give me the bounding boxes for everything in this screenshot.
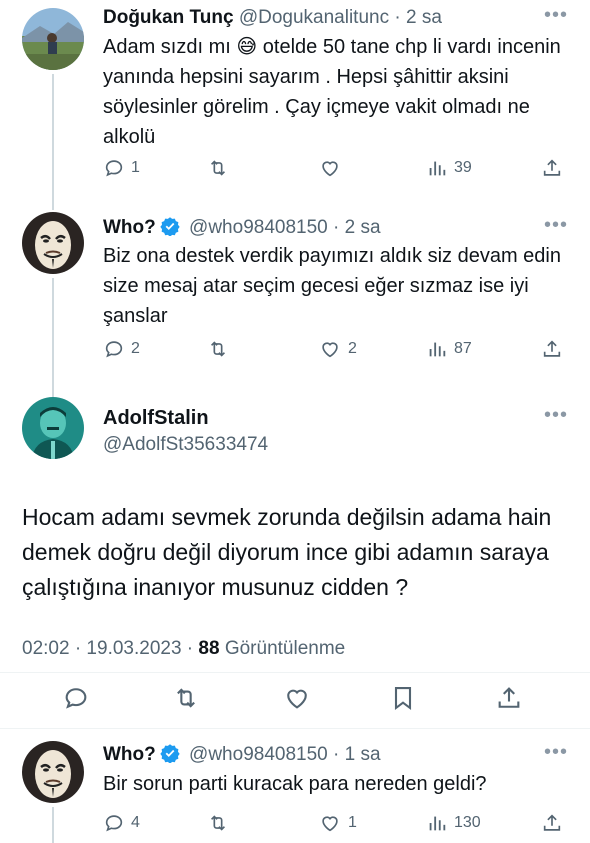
- share-button[interactable]: [541, 157, 563, 179]
- views-button[interactable]: 87: [426, 338, 472, 360]
- like-icon: [287, 689, 307, 709]
- views-icon: [429, 161, 446, 176]
- reply-button[interactable]: 1: [103, 157, 140, 179]
- retweet-icon: [210, 341, 226, 357]
- timestamp[interactable]: · 2 sa: [333, 217, 381, 238]
- retweet-button[interactable]: [206, 812, 236, 834]
- reply-count: 2: [131, 340, 140, 357]
- thread-line: [52, 385, 54, 397]
- reply-button[interactable]: 4: [103, 812, 140, 834]
- reply-icon: [105, 341, 123, 358]
- share-icon: [543, 159, 561, 176]
- share-button[interactable]: [541, 812, 563, 834]
- verified-icon: [160, 217, 180, 236]
- reply-count: 4: [131, 814, 140, 831]
- like-count: 1: [348, 814, 357, 831]
- more-icon[interactable]: •••: [544, 214, 568, 237]
- timestamp[interactable]: · 2 sa: [394, 7, 442, 28]
- views-button[interactable]: 39: [426, 157, 472, 179]
- views-icon: [429, 342, 446, 357]
- timestamp[interactable]: 02:02 · 19.03.2023 ·: [22, 638, 198, 659]
- display-name[interactable]: Who?: [103, 744, 156, 765]
- like-button[interactable]: [282, 684, 312, 712]
- tweet-header: Doğukan Tunç @Dogukanalitunc · 2 sa: [103, 6, 442, 30]
- reply-button[interactable]: 2: [103, 338, 140, 360]
- like-button[interactable]: 1: [318, 812, 357, 834]
- tweet-who-2[interactable]: Who? @who98408150 · 1 sa ••• Bir sorun p…: [0, 729, 590, 843]
- user-handle[interactable]: @AdolfSt35633474: [103, 434, 268, 456]
- share-icon: [543, 814, 561, 831]
- reply-count: 1: [131, 159, 140, 176]
- timestamp[interactable]: · 1 sa: [333, 744, 381, 765]
- like-button[interactable]: 2: [318, 338, 357, 360]
- display-name[interactable]: Who?: [103, 217, 156, 238]
- bookmark-button[interactable]: [389, 684, 417, 712]
- avatar-who[interactable]: [22, 741, 84, 803]
- thread-line: [52, 74, 54, 202]
- thread-line: [52, 200, 54, 210]
- share-button[interactable]: [495, 684, 523, 712]
- retweet-button[interactable]: [171, 684, 201, 712]
- divider: [0, 672, 590, 673]
- tweet-who-1[interactable]: Who? @who98408150 · 2 sa ••• Biz ona des…: [0, 200, 590, 385]
- avatar-adolfstalin[interactable]: [22, 397, 84, 459]
- thread-line: [52, 278, 54, 385]
- more-icon[interactable]: •••: [544, 741, 568, 764]
- user-handle[interactable]: @who98408150: [189, 744, 328, 765]
- share-icon: [498, 687, 520, 708]
- like-count: 2: [348, 340, 357, 357]
- user-handle[interactable]: @who98408150: [189, 217, 328, 238]
- tweet-actions: [0, 684, 590, 714]
- avatar-who[interactable]: [22, 212, 84, 274]
- reply-icon: [105, 815, 123, 832]
- views-button[interactable]: 130: [426, 812, 481, 834]
- tweet-actions: 1 39: [103, 157, 573, 181]
- avatar-dogukan[interactable]: [22, 8, 84, 70]
- like-icon: [322, 161, 338, 177]
- like-icon: [322, 816, 338, 832]
- reply-button[interactable]: [62, 684, 90, 712]
- view-count: 130: [454, 814, 481, 831]
- view-count: 39: [454, 159, 472, 176]
- retweet-icon: [210, 815, 226, 831]
- tweet-text: Hocam adamı sevmek zorunda değilsin adam…: [22, 504, 552, 600]
- retweet-button[interactable]: [206, 338, 236, 360]
- sweat-smile-emoji: 😅: [236, 36, 258, 58]
- reply-icon: [65, 688, 87, 709]
- share-button[interactable]: [541, 338, 563, 360]
- tweet-actions: 2 2 87: [103, 338, 573, 362]
- tweet-text: Adam sızdı mı 😅 otelde 50 tane chp li va…: [103, 36, 561, 148]
- display-name[interactable]: AdolfStalin: [103, 407, 209, 430]
- views-label: Görüntülenme: [219, 638, 346, 659]
- user-handle[interactable]: @Dogukanalitunc: [239, 7, 389, 28]
- retweet-button[interactable]: [206, 157, 236, 179]
- views-icon: [429, 816, 446, 831]
- tweet-meta: 02:02 · 19.03.2023 · 88 Görüntülenme: [22, 638, 345, 660]
- tweet-header: Who? @who98408150 · 1 sa: [103, 743, 381, 767]
- display-name[interactable]: Doğukan Tunç: [103, 7, 234, 28]
- retweet-icon: [177, 688, 195, 708]
- like-button[interactable]: [318, 157, 348, 179]
- bookmark-icon: [394, 687, 412, 711]
- tweet-text: Bir sorun parti kuracak para nereden gel…: [103, 773, 487, 795]
- verified-icon: [160, 744, 180, 763]
- reply-icon: [105, 160, 123, 177]
- tweet-text: Biz ona destek verdik payımızı aldık siz…: [103, 245, 561, 327]
- more-icon[interactable]: •••: [544, 4, 568, 27]
- view-count: 87: [454, 340, 472, 357]
- tweet-dogukan[interactable]: Doğukan Tunç @Dogukanalitunc · 2 sa ••• …: [0, 0, 590, 202]
- tweet-actions: 4 1 130: [103, 812, 573, 836]
- tweet-header: Who? @who98408150 · 2 sa: [103, 216, 381, 240]
- like-icon: [322, 342, 338, 358]
- view-count: 88: [198, 638, 220, 659]
- thread-line: [52, 807, 54, 843]
- share-icon: [543, 340, 561, 357]
- retweet-icon: [210, 160, 226, 176]
- more-icon[interactable]: •••: [544, 404, 568, 427]
